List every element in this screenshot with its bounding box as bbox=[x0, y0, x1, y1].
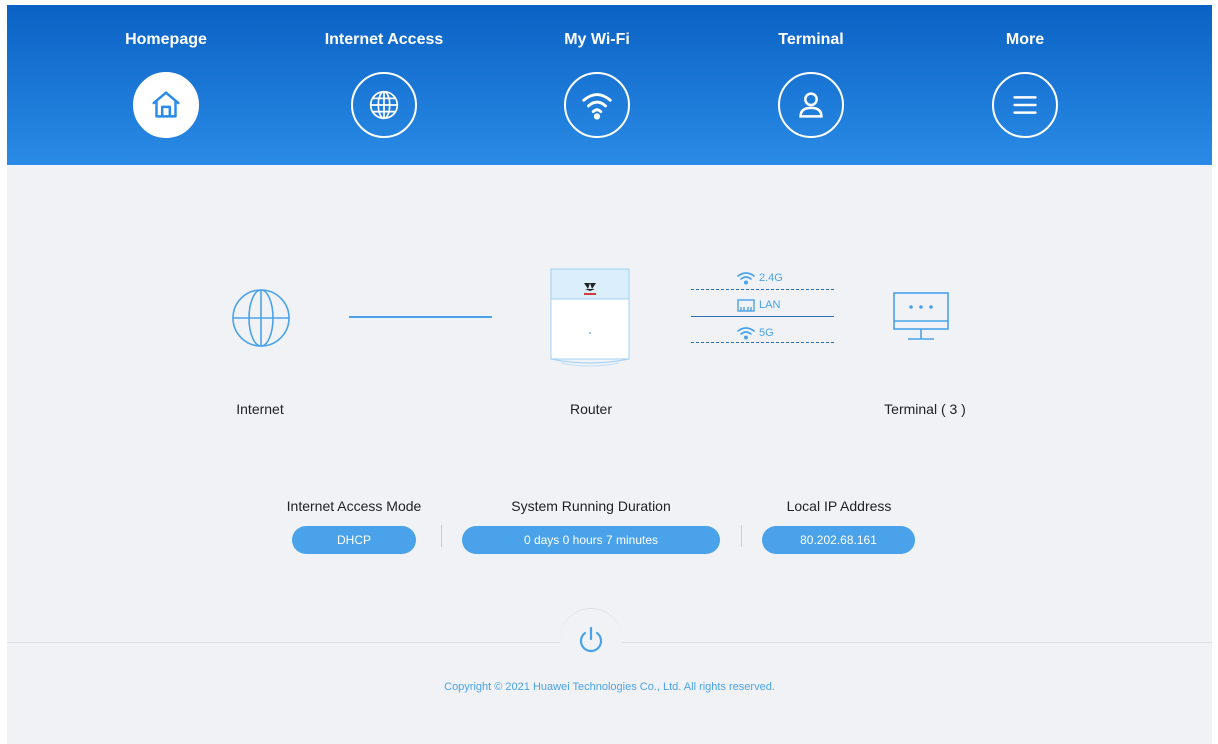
terminal-count-label[interactable]: Terminal ( 3 ) bbox=[865, 401, 985, 417]
internet-label: Internet bbox=[236, 401, 284, 417]
nav-internet-access-label: Internet Access bbox=[324, 31, 444, 48]
wifi-5g-icon bbox=[737, 327, 755, 340]
internet-router-link bbox=[349, 316, 492, 318]
internet-globe-icon[interactable] bbox=[231, 288, 291, 348]
connection-5g: 5G bbox=[737, 326, 774, 340]
nav-my-wifi-label: My Wi-Fi bbox=[564, 31, 630, 48]
router-device-icon[interactable] bbox=[549, 267, 631, 371]
uptime-title: System Running Duration bbox=[511, 498, 671, 514]
nav-homepage[interactable]: Homepage bbox=[86, 5, 246, 165]
power-icon bbox=[579, 626, 603, 652]
nav-my-wifi[interactable]: My Wi-Fi bbox=[517, 5, 677, 165]
terminal-monitor-icon[interactable] bbox=[892, 291, 950, 343]
access-mode-title: Internet Access Mode bbox=[286, 498, 422, 514]
link-5g-line bbox=[691, 342, 834, 343]
nav-homepage-label: Homepage bbox=[125, 31, 207, 48]
ethernet-port-icon bbox=[737, 299, 755, 312]
router-label: Router bbox=[569, 401, 613, 417]
info-separator bbox=[441, 525, 442, 547]
copyright-text: Copyright © 2021 Huawei Technologies Co.… bbox=[444, 681, 775, 693]
link-lan-line bbox=[691, 316, 834, 317]
wifi-icon[interactable] bbox=[564, 72, 630, 138]
home-icon[interactable] bbox=[133, 72, 199, 138]
nav-internet-access[interactable]: Internet Access bbox=[304, 5, 464, 165]
nav-terminal-label: Terminal bbox=[778, 31, 844, 48]
globe-icon[interactable] bbox=[351, 72, 417, 138]
local-ip-title: Local IP Address bbox=[786, 498, 892, 514]
nav-more-label: More bbox=[1005, 31, 1045, 48]
nav-terminal[interactable]: Terminal bbox=[731, 5, 891, 165]
top-nav-bar: Homepage Internet Access My Wi-Fi Termin… bbox=[7, 5, 1212, 165]
uptime-value: 0 days 0 hours 7 minutes bbox=[462, 526, 720, 554]
page-frame: Homepage Internet Access My Wi-Fi Termin… bbox=[7, 5, 1212, 744]
nav-more[interactable]: More bbox=[945, 5, 1105, 165]
access-mode-value: DHCP bbox=[292, 526, 416, 554]
connection-lan-label: LAN bbox=[759, 299, 781, 311]
connection-24g: 2.4G bbox=[737, 271, 783, 285]
connection-5g-label: 5G bbox=[759, 327, 774, 339]
link-24g-line bbox=[691, 289, 834, 290]
local-ip-value: 80.202.68.161 bbox=[762, 526, 915, 554]
menu-icon[interactable] bbox=[992, 72, 1058, 138]
power-button[interactable] bbox=[560, 608, 622, 670]
wifi-24g-icon bbox=[737, 272, 755, 285]
user-icon[interactable] bbox=[778, 72, 844, 138]
connection-24g-label: 2.4G bbox=[759, 272, 783, 284]
info-separator bbox=[741, 525, 742, 547]
connection-lan: LAN bbox=[737, 298, 780, 312]
